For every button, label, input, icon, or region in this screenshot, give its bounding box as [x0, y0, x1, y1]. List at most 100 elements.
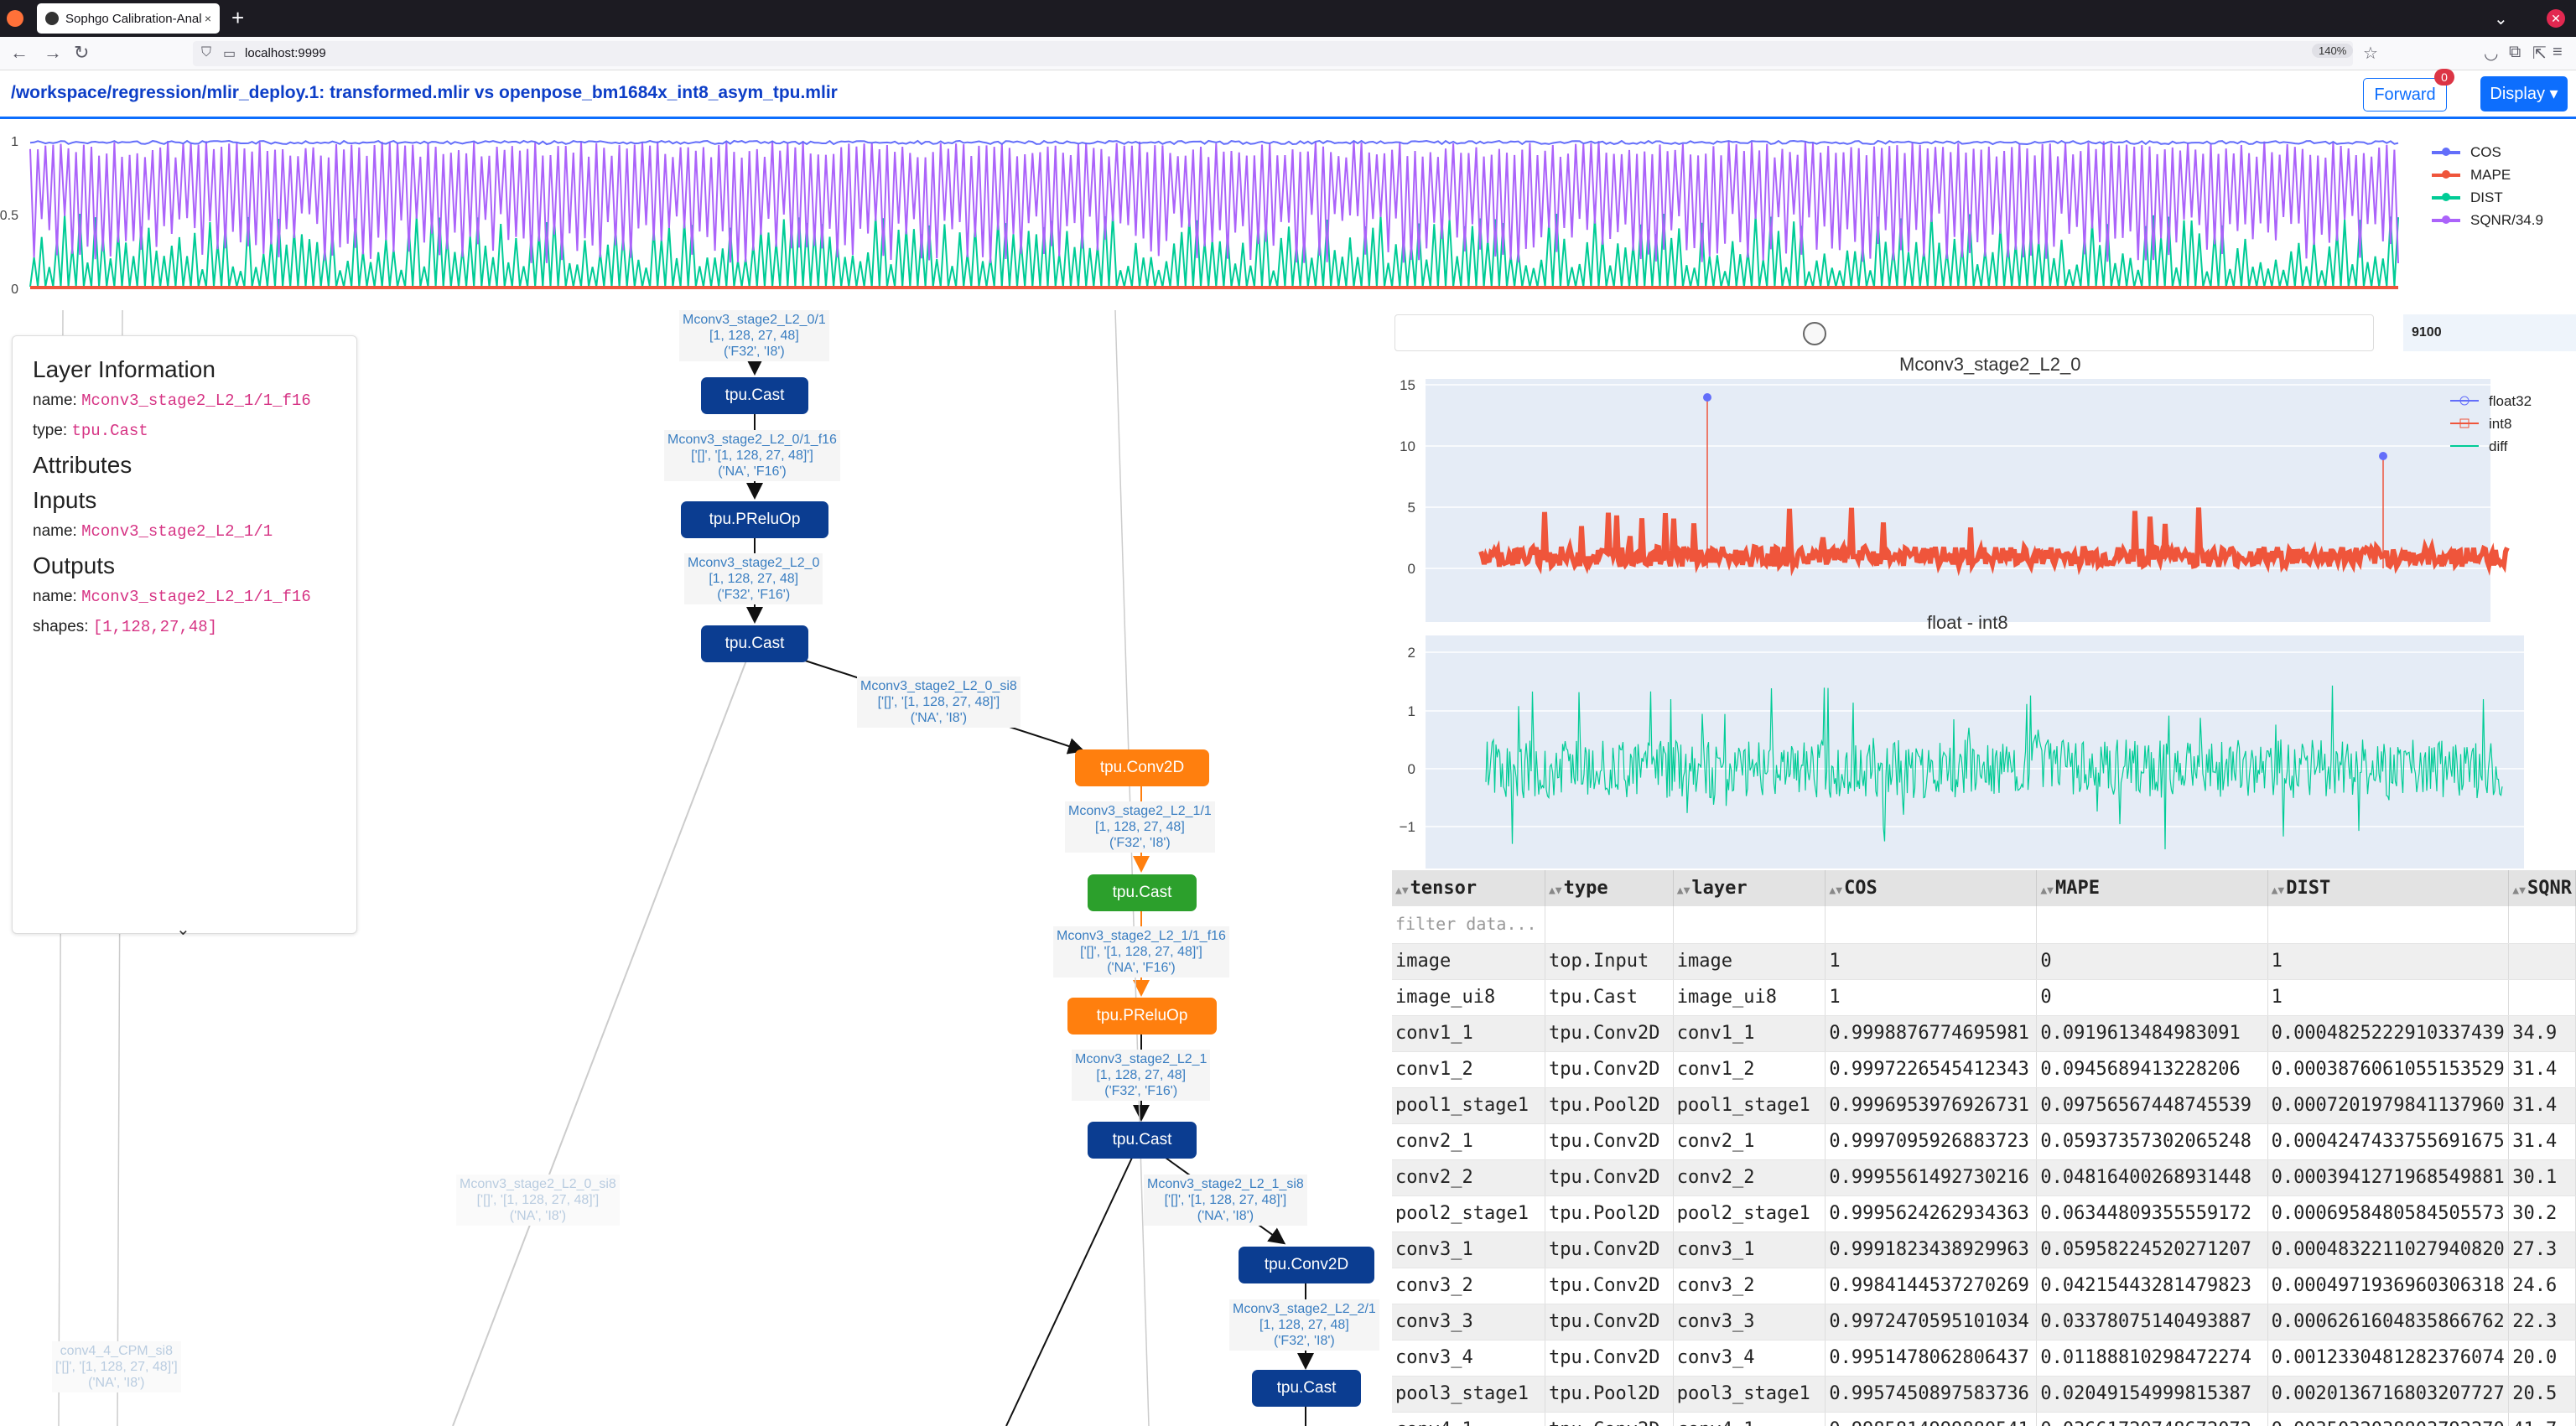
table-cell-type[interactable]: top.Input	[1545, 943, 1674, 980]
column-header-sqnr[interactable]: ▲▼SQNR	[2508, 870, 2576, 906]
column-header-type[interactable]: ▲▼type	[1545, 870, 1674, 906]
forward-button[interactable]: Forward	[2363, 78, 2447, 111]
table-row[interactable]: conv2_2 tpu.Conv2D conv2_2 0.99955614927302…	[1392, 1159, 2576, 1196]
table-cell-tensor[interactable]: conv1_1	[1392, 1015, 1545, 1052]
table-cell-sqnr[interactable]: 34.9	[2508, 1015, 2576, 1052]
table-cell-tensor[interactable]: conv2_1	[1392, 1123, 1545, 1160]
tensor-compare-chart[interactable]: 15 10 5 0 float32 int8 diff	[1392, 376, 2576, 635]
edge-label[interactable]: Mconv3_stage2_L2_0_si8 ['[]', '[1, 128, …	[857, 677, 1021, 728]
bookmark-star-icon[interactable]: ☆	[2363, 43, 2378, 64]
table-cell-cos[interactable]: 1	[1825, 979, 2038, 1016]
reload-icon[interactable]: ↻	[74, 42, 89, 64]
table-cell-type[interactable]: tpu.Conv2D	[1545, 1340, 1674, 1377]
column-header-mape[interactable]: ▲▼MAPE	[2036, 870, 2268, 906]
edge-label[interactable]: Mconv3_stage2_L2_1/1_f16 ['[]', '[1, 128…	[1053, 926, 1229, 977]
table-cell-sqnr[interactable]: 22.3	[2508, 1304, 2576, 1340]
table-cell-tensor[interactable]: conv1_2	[1392, 1051, 1545, 1088]
table-cell-dist[interactable]: 0.0004971936960306318	[2267, 1268, 2510, 1304]
graph-node-preluop-selected[interactable]: tpu.PReluOp	[1067, 998, 1217, 1034]
menu-icon[interactable]: ≡	[2553, 43, 2563, 62]
filter-cell[interactable]	[2508, 906, 2576, 944]
table-cell-dist[interactable]: 0.0035032038803792270	[2267, 1412, 2510, 1426]
table-cell-mape[interactable]: 0.09756567448745539	[2036, 1087, 2268, 1124]
table-cell-mape[interactable]: 0.06344809355559172	[2036, 1195, 2268, 1232]
table-cell-mape[interactable]: 0.05937357302065248	[2036, 1123, 2268, 1160]
table-cell-dist[interactable]: 0.0012330481282376074	[2267, 1340, 2510, 1377]
tensor-filter-input[interactable]: filter data...	[1395, 914, 1537, 934]
table-cell-layer[interactable]: conv2_2	[1673, 1159, 1826, 1196]
graph-node-conv2d[interactable]: tpu.Conv2D	[1239, 1247, 1374, 1283]
table-cell-dist[interactable]: 0.0003941271968549881	[2267, 1159, 2510, 1196]
table-cell-mape[interactable]: 0.04215443281479823	[2036, 1268, 2268, 1304]
table-cell-dist[interactable]: 0.0004247433755691675	[2267, 1123, 2510, 1160]
table-row[interactable]: image_ui8 tpu.Cast image_ui8 1 0 1	[1392, 979, 2576, 1016]
table-cell-layer[interactable]: pool3_stage1	[1673, 1376, 1826, 1413]
table-row[interactable]: conv3_1 tpu.Conv2D conv3_1 0.99918234389299…	[1392, 1232, 2576, 1268]
sort-icon[interactable]: ▲▼	[1677, 884, 1690, 897]
table-row[interactable]: image top.Input image 1 0 1	[1392, 943, 2576, 980]
window-close-icon[interactable]: ✕	[2547, 9, 2565, 28]
table-cell-tensor[interactable]: conv2_2	[1392, 1159, 1545, 1196]
table-row[interactable]: pool1_stage1 tpu.Pool2D pool1_stage1 0.9996…	[1392, 1087, 2576, 1124]
table-cell-dist[interactable]: 0.0004825222910337439	[2267, 1015, 2510, 1052]
table-cell-sqnr[interactable]	[2508, 943, 2576, 980]
legend-item-sqnr[interactable]: SQNR/34.9	[2432, 209, 2543, 231]
table-cell-type[interactable]: tpu.Conv2D	[1545, 1412, 1674, 1426]
table-cell-cos[interactable]: 0.9996953976926731	[1825, 1087, 2038, 1124]
column-header-dist[interactable]: ▲▼DIST	[2267, 870, 2510, 906]
table-cell-cos[interactable]: 0.9995561492730216	[1825, 1159, 2038, 1196]
index-slider-handle[interactable]	[1803, 322, 1826, 345]
table-cell-tensor[interactable]: conv3_2	[1392, 1268, 1545, 1304]
edge-label-faded[interactable]: conv4_4_CPM_si8 ['[]', '[1, 128, 27, 48]…	[52, 1341, 181, 1392]
table-cell-tensor[interactable]: conv4_1	[1392, 1412, 1545, 1426]
table-cell-sqnr[interactable]: 31.4	[2508, 1123, 2576, 1160]
table-cell-cos[interactable]: 0.9997226545412343	[1825, 1051, 2038, 1088]
edge-label[interactable]: Mconv3_stage2_L2_1/1 [1, 128, 27, 48] ('…	[1065, 801, 1215, 853]
back-icon[interactable]: ←	[10, 42, 29, 64]
table-cell-dist[interactable]: 1	[2267, 979, 2510, 1016]
table-cell-layer[interactable]: image_ui8	[1673, 979, 1826, 1016]
new-tab-button[interactable]: +	[231, 5, 244, 30]
table-cell-cos[interactable]: 0.9985814999880541	[1825, 1412, 2038, 1426]
table-cell-cos[interactable]: 0.9997095926883723	[1825, 1123, 2038, 1160]
table-cell-layer[interactable]: conv4_1	[1673, 1412, 1826, 1426]
table-cell-mape[interactable]: 0.0945689413228206	[2036, 1051, 2268, 1088]
table-cell-mape[interactable]: 0.02049154999815387	[2036, 1376, 2268, 1413]
table-cell-sqnr[interactable]: 24.6	[2508, 1268, 2576, 1304]
table-row[interactable]: conv3_3 tpu.Conv2D conv3_3 0.99724705951010…	[1392, 1304, 2576, 1340]
table-cell-layer[interactable]: pool2_stage1	[1673, 1195, 1826, 1232]
filter-cell[interactable]	[1825, 906, 2038, 944]
diff-chart[interactable]: 2 1 0 −1	[1392, 634, 2576, 869]
sort-icon[interactable]: ▲▼	[2512, 884, 2526, 897]
metrics-legend[interactable]: COS MAPE DIST SQNR/34.9	[2432, 141, 2543, 231]
collapse-chevron-icon[interactable]: ⌄	[176, 919, 190, 940]
diff-chart-plot-area[interactable]	[1426, 635, 2524, 869]
table-cell-cos[interactable]: 0.9991823438929963	[1825, 1232, 2038, 1268]
metrics-overview-plot[interactable]: 10.50	[0, 124, 2576, 302]
table-cell-type[interactable]: tpu.Conv2D	[1545, 1159, 1674, 1196]
table-cell-sqnr[interactable]: 30.1	[2508, 1159, 2576, 1196]
table-cell-cos[interactable]: 0.9995624262934363	[1825, 1195, 2038, 1232]
table-cell-type[interactable]: tpu.Pool2D	[1545, 1376, 1674, 1413]
table-cell-layer[interactable]: conv3_2	[1673, 1268, 1826, 1304]
table-cell-tensor[interactable]: pool1_stage1	[1392, 1087, 1545, 1124]
slider-value[interactable]: 9100	[2403, 314, 2576, 351]
table-cell-type[interactable]: tpu.Conv2D	[1545, 1304, 1674, 1340]
table-cell-type[interactable]: tpu.Conv2D	[1545, 1051, 1674, 1088]
edge-label[interactable]: Mconv3_stage2_L2_0/1 [1, 128, 27, 48] ('…	[679, 310, 829, 361]
table-cell-layer[interactable]: image	[1673, 943, 1826, 980]
table-cell-cos[interactable]: 1	[1825, 943, 2038, 980]
table-cell-tensor[interactable]: image_ui8	[1392, 979, 1545, 1016]
table-cell-sqnr[interactable]: 20.0	[2508, 1340, 2576, 1377]
sort-icon[interactable]: ▲▼	[1549, 884, 1562, 897]
table-row[interactable]: pool3_stage1 tpu.Pool2D pool3_stage1 0.9957…	[1392, 1376, 2576, 1413]
table-cell-dist[interactable]: 0.0006958480584505573	[2267, 1195, 2510, 1232]
url-bar[interactable]: ⛉ ▭ localhost:9999	[193, 41, 2353, 66]
forward-nav-icon[interactable]: →	[44, 42, 62, 64]
shield-icon[interactable]: ⛉	[201, 45, 211, 60]
table-cell-cos[interactable]: 0.9972470595101034	[1825, 1304, 2038, 1340]
page-info-icon[interactable]: ▭	[223, 45, 236, 62]
edge-label[interactable]: Mconv3_stage2_L2_1 [1, 128, 27, 48] ('F3…	[1072, 1050, 1211, 1101]
sort-icon[interactable]: ▲▼	[1829, 884, 1842, 897]
table-cell-layer[interactable]: conv3_3	[1673, 1304, 1826, 1340]
